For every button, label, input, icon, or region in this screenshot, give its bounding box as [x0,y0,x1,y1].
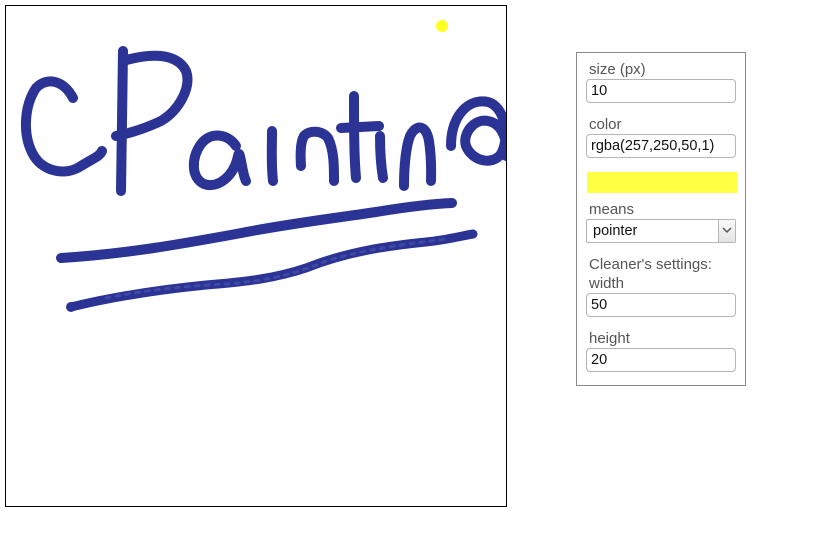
means-label: means [589,201,635,218]
color-label: color [589,116,622,133]
stroke-letter-p-stem [116,46,128,196]
chevron-down-icon [722,227,732,234]
settings-panel: size (px) color means pointer Cleaner's … [576,52,746,386]
canvas-drawing [20,46,506,312]
color-input[interactable] [586,134,736,158]
means-selected-value: pointer [593,223,638,239]
size-label: size (px) [589,61,646,78]
stroke-letter-i [266,126,278,186]
width-input[interactable] [586,293,736,317]
stroke-letter-a [188,130,251,191]
pointer-dot [436,20,448,32]
color-swatch [587,172,737,193]
stroke-letter-t-bar [336,121,384,133]
select-arrow-button[interactable] [718,220,735,242]
drawing-canvas[interactable] [5,5,507,507]
stroke-letter-c [20,76,107,177]
stroke-letter-i2 [375,131,388,183]
stroke-letter-n2 [399,122,437,191]
height-input[interactable] [586,348,736,372]
width-label: width [589,275,625,292]
stroke-letter-n [295,126,339,186]
stroke-letter-t-stem [349,91,361,183]
paint-app: size (px) color means pointer Cleaner's … [0,0,816,538]
cleaner-settings-label: Cleaner's settings: [589,256,712,273]
size-input[interactable] [586,79,736,103]
stroke-underline-2 [66,229,478,312]
stroke-letter-g [446,96,506,166]
means-select[interactable]: pointer [586,219,736,243]
height-label: height [589,330,630,347]
